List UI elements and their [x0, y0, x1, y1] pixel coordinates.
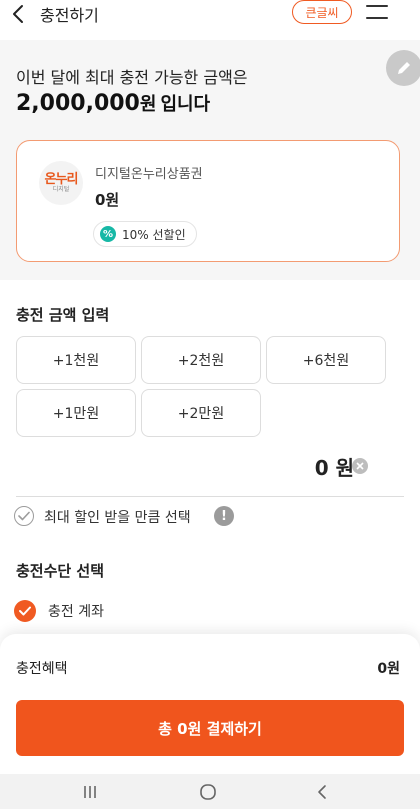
max-discount-checkbox[interactable] [14, 506, 34, 526]
charge-total: 0 원 [314, 456, 354, 480]
info-icon[interactable]: ! [214, 506, 234, 526]
page-title: 충전하기 [40, 6, 99, 25]
menu-button[interactable] [366, 4, 388, 20]
onnuri-logo: 온누리 디지털 [39, 161, 83, 205]
max-discount-label[interactable]: 최대 할인 받을 만큼 선택 [44, 507, 191, 527]
charge-account-radio[interactable] [14, 600, 36, 622]
voucher-card[interactable]: 온누리 디지털 디지털온누리상품권 0원 % 10% 선할인 [16, 140, 400, 262]
limit-amount-unit: 원 [139, 94, 157, 115]
system-nav-bar [0, 774, 420, 809]
payment-method-title: 충전수단 선택 [16, 562, 105, 580]
divider [16, 496, 404, 497]
limit-amount-suffix: 입니다 [160, 94, 211, 115]
charge-limit-section: 이번 달에 최대 충전 가능한 금액은 2,000,000원 입니다 온누리 디지… [0, 40, 420, 280]
system-back-button[interactable] [310, 782, 334, 802]
add-6000-button[interactable]: +6천원 [266, 336, 386, 384]
add-10000-button[interactable]: +1만원 [16, 389, 136, 437]
edit-button[interactable] [386, 50, 420, 86]
chevron-left-icon [13, 5, 23, 23]
discount-badge: % 10% 선할인 [93, 221, 197, 247]
check-icon [18, 511, 30, 521]
pay-button[interactable]: 총 0원 결제하기 [16, 700, 404, 756]
clear-amount-button[interactable] [352, 458, 368, 474]
logo-subtext: 디지털 [52, 185, 70, 193]
close-icon [356, 462, 364, 470]
chevron-left-icon [318, 785, 326, 799]
charge-amount-title: 충전 금액 입력 [16, 306, 110, 324]
top-bar: 충전하기 큰글씨 [0, 0, 420, 40]
charge-account-label[interactable]: 충전 계좌 [48, 601, 104, 621]
bottom-sheet: 충전혜택 0원 총 0원 결제하기 [0, 634, 420, 774]
recent-apps-button[interactable] [78, 782, 102, 802]
voucher-balance: 0원 [95, 191, 120, 209]
percent-icon: % [100, 226, 116, 242]
charge-benefit-label: 충전혜택 [16, 661, 68, 677]
home-button[interactable] [196, 782, 220, 802]
hamburger-icon [366, 5, 388, 19]
limit-amount-value: 2,000,000 [14, 91, 144, 116]
add-20000-button[interactable]: +2만원 [141, 389, 261, 437]
recent-apps-icon [84, 786, 96, 798]
logo-text: 온누리 [44, 171, 79, 187]
discount-label: 10% 선할인 [122, 227, 186, 242]
voucher-name: 디지털온누리상품권 [95, 167, 203, 182]
home-icon [200, 784, 216, 800]
big-text-button[interactable]: 큰글씨 [292, 0, 352, 24]
add-1000-button[interactable]: +1천원 [16, 336, 136, 384]
limit-amount: 2,000,000원 입니다 [14, 90, 211, 116]
pencil-icon [398, 62, 410, 74]
limit-description: 이번 달에 최대 충전 가능한 금액은 [16, 68, 248, 87]
charge-benefit-value: 0원 [377, 661, 400, 677]
back-button[interactable] [8, 2, 30, 26]
add-2000-button[interactable]: +2천원 [141, 336, 261, 384]
check-icon [19, 606, 31, 616]
